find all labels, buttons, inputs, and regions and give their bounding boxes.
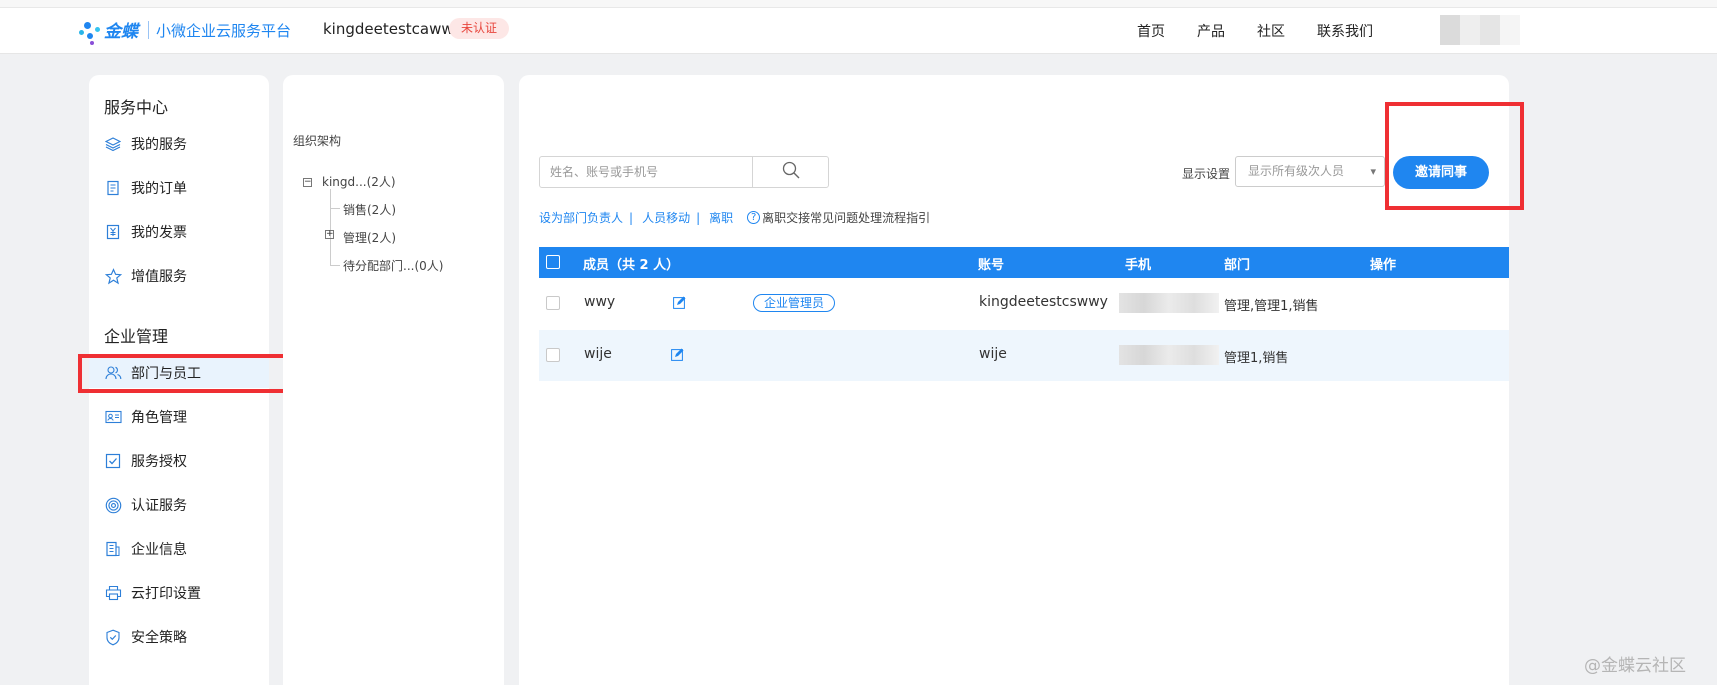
edit-icon[interactable] <box>673 296 686 309</box>
sidebar-item-cloud-print[interactable]: 云打印设置 <box>104 578 254 608</box>
display-level-select[interactable]: 显示所有级次人员 ▾ <box>1235 156 1385 187</box>
checkbox-icon <box>104 452 122 470</box>
phone-cell-redacted <box>1119 345 1219 365</box>
sidebar-item-label: 我的订单 <box>131 181 187 197</box>
invoice-icon <box>104 223 122 241</box>
sidebar-item-label: 角色管理 <box>131 410 187 426</box>
account-cell: wije <box>979 346 1007 362</box>
sidebar-item-my-invoices[interactable]: 我的发票 <box>104 217 254 247</box>
table-row[interactable]: wije wije 管理1,销售 <box>539 330 1509 381</box>
member-name: wwy <box>584 294 616 310</box>
dept-cell: 管理,管理1,销售 <box>1224 299 1319 314</box>
row-checkbox[interactable] <box>546 348 560 362</box>
section-title-service-center: 服务中心 <box>104 98 169 117</box>
search-box <box>539 156 829 188</box>
nav-contact[interactable]: 联系我们 <box>1317 21 1373 41</box>
company-name[interactable]: kingdeetestcawwy <box>323 20 463 38</box>
top-header: 金蝶 小微企业云服务平台 kingdeetestcawwy 未认证 首页 产品 … <box>0 8 1717 54</box>
sidebar-item-label: 云打印设置 <box>131 586 201 602</box>
admin-tag: 企业管理员 <box>753 294 836 312</box>
nav-community[interactable]: 社区 <box>1257 21 1285 41</box>
sidebar-item-security-policy[interactable]: 安全策略 <box>104 622 254 652</box>
watermark: @金蝶云社区 <box>1584 656 1686 676</box>
tree-connector <box>330 189 331 266</box>
sidebar-item-label: 增值服务 <box>131 269 187 285</box>
search-icon <box>782 161 800 183</box>
platform-name: 小微企业云服务平台 <box>156 22 292 40</box>
expand-icon[interactable]: + <box>325 230 334 239</box>
sidebar-item-label: 安全策略 <box>131 630 187 646</box>
highlight-box-invite <box>1385 102 1524 210</box>
tree-connector <box>330 265 340 266</box>
tree-node-root[interactable]: kingd...(2人) <box>322 173 396 190</box>
nav-home[interactable]: 首页 <box>1137 21 1165 41</box>
sidebar-item-my-services[interactable]: 我的服务 <box>104 129 254 159</box>
bulk-actions: 设为部门负责人 | 人员移动 | 离职 ? 离职交接常见问题处理流程指引 <box>539 209 931 226</box>
col-department: 部门 <box>1224 258 1251 273</box>
document-icon <box>104 179 122 197</box>
sidebar-item-certification[interactable]: 认证服务 <box>104 490 254 520</box>
sidebar-item-service-authorization[interactable]: 服务授权 <box>104 446 254 476</box>
tree-connector <box>330 208 340 209</box>
member-name: wije <box>584 346 612 362</box>
phone-cell-redacted <box>1119 293 1219 313</box>
col-member: 成员（共 2 人） <box>583 258 680 273</box>
display-settings-label: 显示设置 <box>1182 167 1231 181</box>
tree-node-unassigned[interactable]: 待分配部门...(0人) <box>343 257 443 274</box>
sidebar-item-role-management[interactable]: 角色管理 <box>104 402 254 432</box>
org-structure-panel: 组织架构 − kingd...(2人) 销售(2人) + 管理(2人) 待分配部… <box>283 75 504 685</box>
sidebar-item-value-added[interactable]: 增值服务 <box>104 261 254 291</box>
main-panel: 显示设置 显示所有级次人员 ▾ 邀请同事 设为部门负责人| 人员移动| 离职 ?… <box>519 75 1509 685</box>
col-operations: 操作 <box>1370 258 1397 273</box>
verification-status-badge[interactable]: 未认证 <box>449 18 510 39</box>
edit-icon[interactable] <box>671 348 684 361</box>
tree-node-sales[interactable]: 销售(2人) <box>343 201 396 218</box>
target-icon <box>104 496 122 514</box>
select-value: 显示所有级次人员 <box>1248 164 1345 178</box>
sidebar-item-my-orders[interactable]: 我的订单 <box>104 173 254 203</box>
org-title: 组织架构 <box>293 134 342 148</box>
move-member-link[interactable]: 人员移动 <box>642 209 690 226</box>
shield-icon <box>104 628 122 646</box>
user-avatar[interactable] <box>1440 15 1520 45</box>
sidebar-item-label: 我的服务 <box>131 137 187 153</box>
search-button[interactable] <box>752 157 828 187</box>
table-header: 成员（共 2 人） 账号 手机 部门 操作 <box>539 247 1509 278</box>
sidebar-item-label: 企业信息 <box>131 542 187 558</box>
nav-products[interactable]: 产品 <box>1197 21 1225 41</box>
section-title-enterprise-mgmt: 企业管理 <box>104 327 169 346</box>
layers-icon <box>104 135 122 153</box>
resign-link[interactable]: 离职 <box>709 209 733 226</box>
dept-cell: 管理1,销售 <box>1224 351 1289 366</box>
col-phone: 手机 <box>1125 258 1152 273</box>
id-card-icon <box>104 408 122 426</box>
row-checkbox[interactable] <box>546 296 560 310</box>
collapse-icon[interactable]: − <box>303 178 312 187</box>
building-icon <box>104 540 122 558</box>
sidebar-item-label: 服务授权 <box>131 454 187 470</box>
tree-node-management[interactable]: 管理(2人) <box>343 229 396 246</box>
account-cell: kingdeetestcswwy <box>979 294 1108 310</box>
col-account: 账号 <box>978 258 1005 273</box>
sidebar-item-enterprise-info[interactable]: 企业信息 <box>104 534 254 564</box>
chevron-down-icon: ▾ <box>1370 165 1376 178</box>
browser-top-strip <box>0 0 1717 8</box>
logo-divider <box>148 21 149 39</box>
star-icon <box>104 267 122 285</box>
resign-help-link[interactable]: 离职交接常见问题处理流程指引 <box>762 209 930 226</box>
logo-name: 金蝶 <box>104 22 138 42</box>
set-dept-head-link[interactable]: 设为部门负责人 <box>539 209 623 226</box>
select-all-checkbox[interactable] <box>546 255 560 269</box>
help-icon[interactable]: ? <box>747 211 761 224</box>
table-row[interactable]: wwy 企业管理员 kingdeetestcswwy 管理,管理1,销售 <box>539 278 1509 329</box>
sidebar-item-label: 认证服务 <box>131 498 187 514</box>
printer-icon <box>104 584 122 602</box>
sidebar-item-label: 我的发票 <box>131 225 187 241</box>
search-input[interactable] <box>540 157 752 187</box>
